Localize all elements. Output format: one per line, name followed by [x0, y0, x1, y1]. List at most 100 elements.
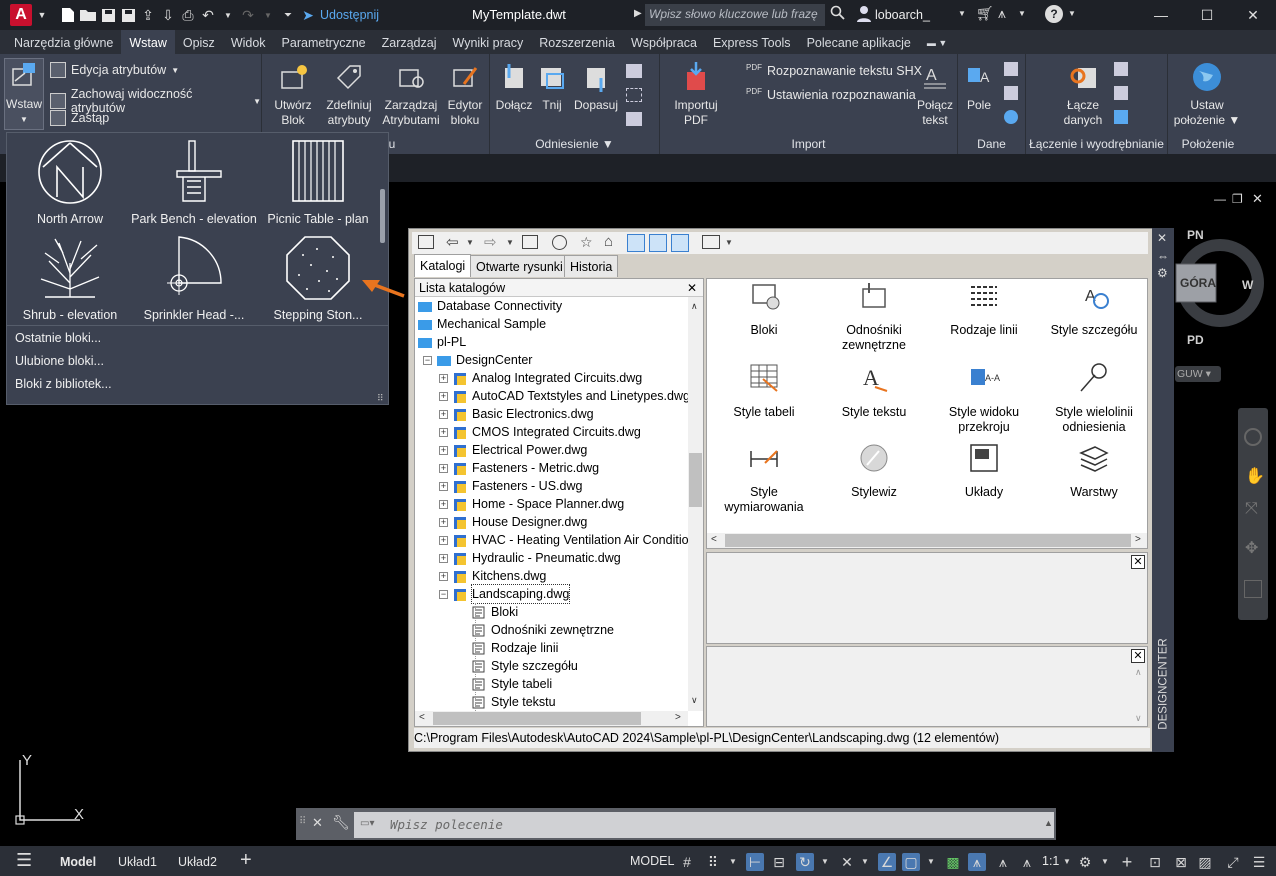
app-logo-icon[interactable]: A — [10, 4, 32, 26]
tree-item[interactable]: pl-PL — [417, 333, 466, 351]
command-close-icon[interactable]: ✕ — [312, 815, 323, 831]
annotation-scale-value[interactable]: 1:1 — [1042, 854, 1059, 868]
recognition-settings-button[interactable]: PDF Ustawienia rozpoznawania — [746, 87, 916, 103]
search-dc-icon[interactable] — [552, 235, 567, 250]
clip-button[interactable]: Tnij — [534, 60, 570, 113]
home-icon[interactable]: ⌂ — [604, 233, 613, 250]
maximize-icon[interactable]: ☐ — [1184, 0, 1230, 30]
showmotion-icon[interactable] — [1244, 580, 1262, 598]
tree-vertical-scrollbar[interactable]: ∧ ∨ — [688, 297, 703, 711]
tab-annotate[interactable]: Opisz — [175, 30, 223, 54]
create-block-button[interactable]: Utwórz Blok — [268, 60, 318, 128]
expand-icon[interactable]: + — [439, 517, 448, 527]
undo-icon[interactable]: ↶ — [198, 5, 218, 25]
data-link-button[interactable]: Łącze danych — [1054, 60, 1112, 128]
search-expand-icon[interactable]: ▶ — [634, 8, 642, 19]
close-icon[interactable]: ✕ — [1230, 0, 1276, 30]
edit-attributes-button[interactable]: Edycja atrybutów ▼ — [50, 62, 179, 78]
save-cloud-icon[interactable]: ⇩ — [158, 5, 178, 25]
forward-icon[interactable]: ⇨ — [484, 233, 497, 251]
snap-to-underlays-icon[interactable] — [626, 112, 642, 126]
save-as-icon[interactable] — [118, 5, 138, 25]
tree-item[interactable]: + Fasteners - Metric.dwg — [439, 459, 599, 477]
recent-blocks-menu-item[interactable]: Ostatnie bloki... — [15, 331, 101, 345]
tree-item[interactable]: + House Designer.dwg — [439, 513, 587, 531]
viewcube-top-face[interactable]: GÓRA — [1180, 276, 1216, 290]
content-horizontal-scrollbar[interactable]: < > — [707, 533, 1147, 548]
annotation-monitor-icon[interactable]: + — [1118, 853, 1136, 871]
ole-object-icon[interactable] — [1004, 86, 1018, 100]
expand-icon[interactable]: + — [439, 499, 448, 509]
content-item[interactable]: Style wielolinii odniesienia — [1039, 361, 1149, 435]
load-icon[interactable] — [418, 235, 434, 249]
viewcube-north[interactable]: PN — [1187, 228, 1204, 242]
viewport-minimize-icon[interactable]: — — [1214, 192, 1226, 206]
tree-item[interactable]: + Fasteners - US.dwg — [439, 477, 582, 495]
redo-dropdown-icon[interactable]: ▼ — [258, 5, 278, 25]
command-history-icon[interactable]: ▭▾ — [360, 818, 374, 829]
desc-scroll-up-icon[interactable]: ∧ — [1135, 667, 1142, 678]
upload-to-source-icon[interactable] — [1114, 86, 1128, 100]
folder-list-close-icon[interactable]: ✕ — [687, 279, 697, 297]
redo-icon[interactable]: ↷ — [238, 5, 258, 25]
content-area[interactable]: Bloki Odnośniki zewnętrzne Rodzaje linii A St… — [706, 278, 1148, 549]
gallery-scrollbar[interactable] — [380, 189, 385, 243]
content-item[interactable]: Odnośniki zewnętrzne — [819, 279, 929, 353]
tab-parametric[interactable]: Parametryczne — [274, 30, 374, 54]
tab-home[interactable]: Narzędzia główne — [0, 30, 121, 54]
scroll-right-icon[interactable]: > — [675, 712, 681, 723]
isodraft-dropdown-icon[interactable]: ▼ — [856, 853, 874, 871]
tab-express-tools[interactable]: Express Tools — [705, 30, 799, 54]
download-from-source-icon[interactable] — [1114, 62, 1128, 76]
tree-item[interactable]: − Landscaping.dwg — [439, 584, 571, 604]
autodesk-app-icon[interactable]: ⩚ — [998, 5, 1006, 22]
block-editor-button[interactable]: Edytor bloku — [442, 60, 488, 128]
tree-item[interactable]: Rodzaje linii — [471, 639, 558, 657]
tab-folders[interactable]: Katalogi — [414, 254, 472, 277]
tab-addins[interactable]: Rozszerzenia — [531, 30, 623, 54]
back-icon[interactable]: ⇦ — [446, 233, 459, 251]
tree-item[interactable]: + HVAC - Heating Ventilation Air Conditio — [439, 531, 689, 549]
tab-collaborate[interactable]: Współpraca — [623, 30, 705, 54]
scroll-up-icon[interactable]: ∧ — [691, 301, 698, 312]
content-item[interactable]: Style tabeli — [709, 361, 819, 420]
palette-close-icon[interactable]: ✕ — [1157, 231, 1167, 245]
tree-item[interactable]: + CMOS Integrated Circuits.dwg — [439, 423, 641, 441]
tree-horizontal-scrollbar[interactable]: < > — [415, 711, 688, 726]
ribbon-minimize-icon[interactable]: ▬ ▼ — [919, 30, 955, 54]
gallery-item-shrub[interactable]: Shrub - elevation — [7, 233, 133, 322]
ortho-icon[interactable]: ⊢ — [746, 853, 764, 871]
model-space-button[interactable]: MODEL — [630, 854, 674, 868]
share-button[interactable]: Udostępnij — [320, 8, 379, 22]
favorites-icon[interactable]: ☆ — [580, 234, 593, 251]
command-grip-icon[interactable]: ⠿ — [299, 816, 306, 827]
share-icon[interactable]: ➤ — [298, 5, 318, 25]
palette-properties-icon[interactable]: ⚙ — [1157, 266, 1168, 280]
polar-dropdown-icon[interactable]: ▼ — [816, 853, 834, 871]
search-icon[interactable] — [830, 5, 846, 24]
gallery-item-park-bench[interactable]: Park Bench - elevation — [131, 137, 257, 226]
gallery-item-north-arrow[interactable]: North Arrow — [7, 137, 133, 226]
combine-text-button[interactable]: A Połącz tekst — [914, 60, 956, 128]
tree-item[interactable]: Database Connectivity — [417, 297, 562, 315]
adjust-button[interactable]: Dopasuj — [572, 60, 620, 113]
tree-item[interactable]: + Electrical Power.dwg — [439, 441, 587, 459]
field-button[interactable]: A Pole — [960, 60, 998, 113]
dynamic-input-icon[interactable]: ⊟ — [770, 853, 788, 871]
isodraft-icon[interactable]: ✕ — [838, 853, 856, 871]
expand-icon[interactable]: + — [439, 445, 448, 455]
expand-icon[interactable]: + — [439, 373, 448, 383]
search-input[interactable]: Wpisz słowo kluczowe lub frazę — [645, 4, 825, 26]
collapse-icon[interactable]: − — [423, 355, 432, 365]
tree-item[interactable]: Bloki — [471, 603, 518, 621]
scale-dropdown-icon[interactable]: ▼ — [1058, 853, 1076, 871]
cart-icon[interactable]: 🛒︎ — [976, 5, 994, 22]
content-item[interactable]: Bloki — [709, 279, 819, 338]
palette-autohide-icon[interactable]: ⇔ — [1157, 249, 1169, 263]
tree-item[interactable]: + AutoCAD Textstyles and Linetypes.dwg — [439, 387, 690, 405]
content-hscroll-thumb[interactable] — [725, 534, 1131, 547]
app-dropdown-icon[interactable]: ▼ — [1018, 9, 1026, 18]
tree-item[interactable]: + Basic Electronics.dwg — [439, 405, 594, 423]
wcs-menu[interactable]: GUW ▾ — [1175, 366, 1221, 382]
undo-dropdown-icon[interactable]: ▼ — [218, 5, 238, 25]
